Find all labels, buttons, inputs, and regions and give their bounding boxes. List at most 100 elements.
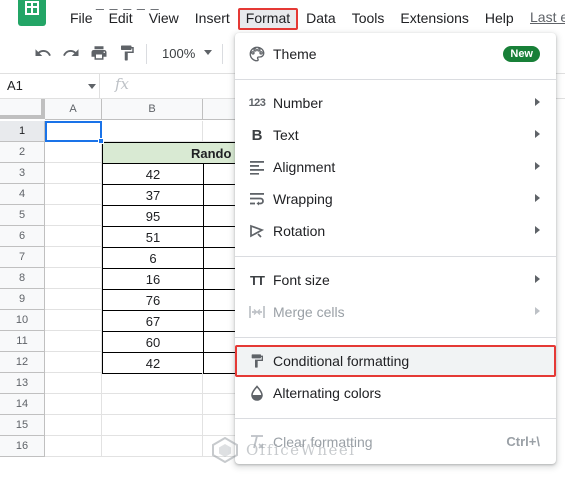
cell[interactable] [45,289,102,310]
menu-help[interactable]: Help [477,8,522,30]
value-cell[interactable]: 67 [102,310,204,332]
cell[interactable] [45,247,102,268]
menu-item-conditional-formatting[interactable]: Conditional formatting [235,345,556,377]
row-header[interactable]: 11 [0,331,45,352]
row-header[interactable]: 6 [0,226,45,247]
print-icon[interactable] [89,44,109,64]
cell[interactable] [45,331,102,352]
row-header[interactable]: 15 [0,415,45,436]
cell[interactable] [45,205,102,226]
cell[interactable] [45,163,102,184]
cell[interactable] [45,436,102,457]
menu-item-label: Number [273,95,323,111]
row-header[interactable]: 9 [0,289,45,310]
cell[interactable] [102,394,203,415]
paint-roller-icon [247,351,267,371]
font-size-icon: TT [250,272,265,288]
column-header-a[interactable]: A [45,99,102,120]
menu-item-theme[interactable]: Theme New [235,38,556,70]
cell[interactable] [45,352,102,373]
menu-tools[interactable]: Tools [344,8,393,30]
value-cell[interactable]: 6 [102,247,204,269]
cell[interactable] [102,121,203,142]
active-cell-selection[interactable] [45,121,104,144]
cell[interactable] [102,415,203,436]
row-header[interactable]: 7 [0,247,45,268]
row-header[interactable]: 1 [0,121,45,142]
menu-divider [235,337,556,338]
row-header[interactable]: 12 [0,352,45,373]
menu-divider [235,418,556,419]
align-left-icon [247,157,267,177]
value-cell[interactable]: 60 [102,331,204,353]
menu-data[interactable]: Data [298,8,344,30]
cell[interactable] [45,142,102,163]
undo-icon[interactable] [33,44,53,64]
redo-icon[interactable] [61,44,81,64]
menu-item-alignment[interactable]: Alignment [235,151,556,183]
row-header[interactable]: 4 [0,184,45,205]
value-cell[interactable]: 42 [102,352,204,374]
menu-item-label: Conditional formatting [273,353,410,369]
menu-extensions[interactable]: Extensions [392,8,476,30]
row-header[interactable]: 3 [0,163,45,184]
menu-item-merge-cells[interactable]: Merge cells [235,296,556,328]
value-cell[interactable]: 16 [102,268,204,290]
value-cell[interactable]: 37 [102,184,204,206]
cell[interactable] [102,373,203,394]
menu-item-label: Font size [273,272,330,288]
submenu-arrow-icon [535,275,540,283]
menu-item-font-size[interactable]: TT Font size [235,264,556,296]
menu-item-wrapping[interactable]: Wrapping [235,183,556,215]
row-header[interactable]: 5 [0,205,45,226]
row-header[interactable]: 8 [0,268,45,289]
paint-format-icon[interactable] [117,44,137,64]
cell[interactable] [45,373,102,394]
cell[interactable] [45,226,102,247]
menu-bar: File Edit View Insert Format Data Tools … [62,8,522,30]
select-all-corner[interactable] [0,99,45,119]
menu-item-label: Text [273,127,299,143]
menu-format[interactable]: Format [237,8,299,30]
column-header-b[interactable]: B [102,99,203,120]
cell[interactable] [45,415,102,436]
chevron-down-icon[interactable] [88,84,96,89]
last-edit-link[interactable]: Last e [530,9,565,25]
cell[interactable] [102,436,203,457]
cell[interactable] [45,184,102,205]
menu-item-alternating-colors[interactable]: Alternating colors [235,377,556,409]
row-header[interactable]: 16 [0,436,45,457]
menu-item-number[interactable]: 123 Number [235,87,556,119]
fill-handle[interactable] [98,138,104,144]
menu-item-rotation[interactable]: Rotation [235,215,556,247]
cell[interactable] [45,394,102,415]
zoom-select[interactable]: 100% [156,44,218,64]
fx-icon: fx [115,75,130,93]
menu-edit[interactable]: Edit [101,8,141,30]
menu-divider [235,79,556,80]
text-wrap-icon [247,189,267,209]
text-rotation-icon [247,221,267,241]
row-header[interactable]: 2 [0,142,45,163]
row-header[interactable]: 10 [0,310,45,331]
chevron-down-icon [204,50,212,55]
cell[interactable] [45,310,102,331]
sheets-logo-icon[interactable] [18,0,46,26]
value-cell[interactable]: 51 [102,226,204,248]
row-header[interactable]: 13 [0,373,45,394]
menu-view[interactable]: View [141,8,187,30]
value-cell[interactable]: 76 [102,289,204,311]
menu-file[interactable]: File [62,8,101,30]
watermark-text: OfficeWheel [246,441,356,459]
value-cell[interactable]: 42 [102,163,204,185]
keyboard-shortcut: Ctrl+\ [506,434,540,449]
menu-item-text[interactable]: B Text [235,119,556,151]
menu-item-label: Merge cells [273,304,345,320]
row-header[interactable]: 14 [0,394,45,415]
submenu-arrow-icon [535,307,540,315]
cell[interactable] [45,268,102,289]
value-cell[interactable]: 95 [102,205,204,227]
table-header-cell[interactable]: Rando [102,142,243,164]
menu-insert[interactable]: Insert [187,8,238,30]
name-box[interactable]: A1 [0,74,100,98]
